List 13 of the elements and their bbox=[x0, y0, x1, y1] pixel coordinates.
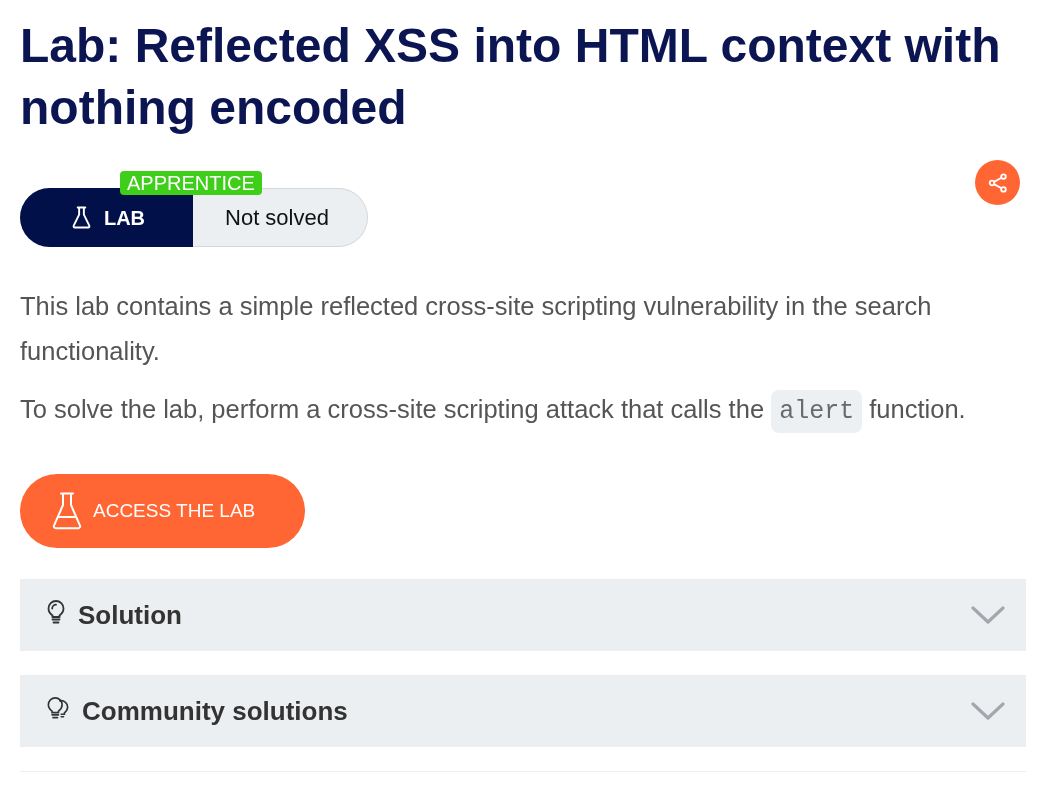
level-tag: APPRENTICE bbox=[120, 171, 262, 195]
share-button[interactable] bbox=[975, 160, 1020, 205]
accordion-header[interactable]: Solution bbox=[20, 579, 1026, 651]
accordion-header[interactable]: Community solutions bbox=[20, 675, 1026, 747]
description-text: This lab contains a simple reflected cross-site scripting vulnerability in the search functionality. bbox=[20, 291, 933, 367]
lightbulbs-icon bbox=[47, 696, 69, 720]
lab-title: Lab: Reflected XSS into HTML context with nothing encoded bbox=[20, 18, 1002, 136]
description-text: To solve the lab, perform a cross-site scripting attack that calls the alert function. bbox=[20, 387, 1026, 434]
share-icon bbox=[987, 172, 1008, 193]
lightbulb-icon bbox=[47, 600, 65, 624]
flask-icon bbox=[52, 492, 82, 530]
lab-type-label: LAB bbox=[103, 205, 146, 230]
flask-icon bbox=[71, 206, 91, 229]
